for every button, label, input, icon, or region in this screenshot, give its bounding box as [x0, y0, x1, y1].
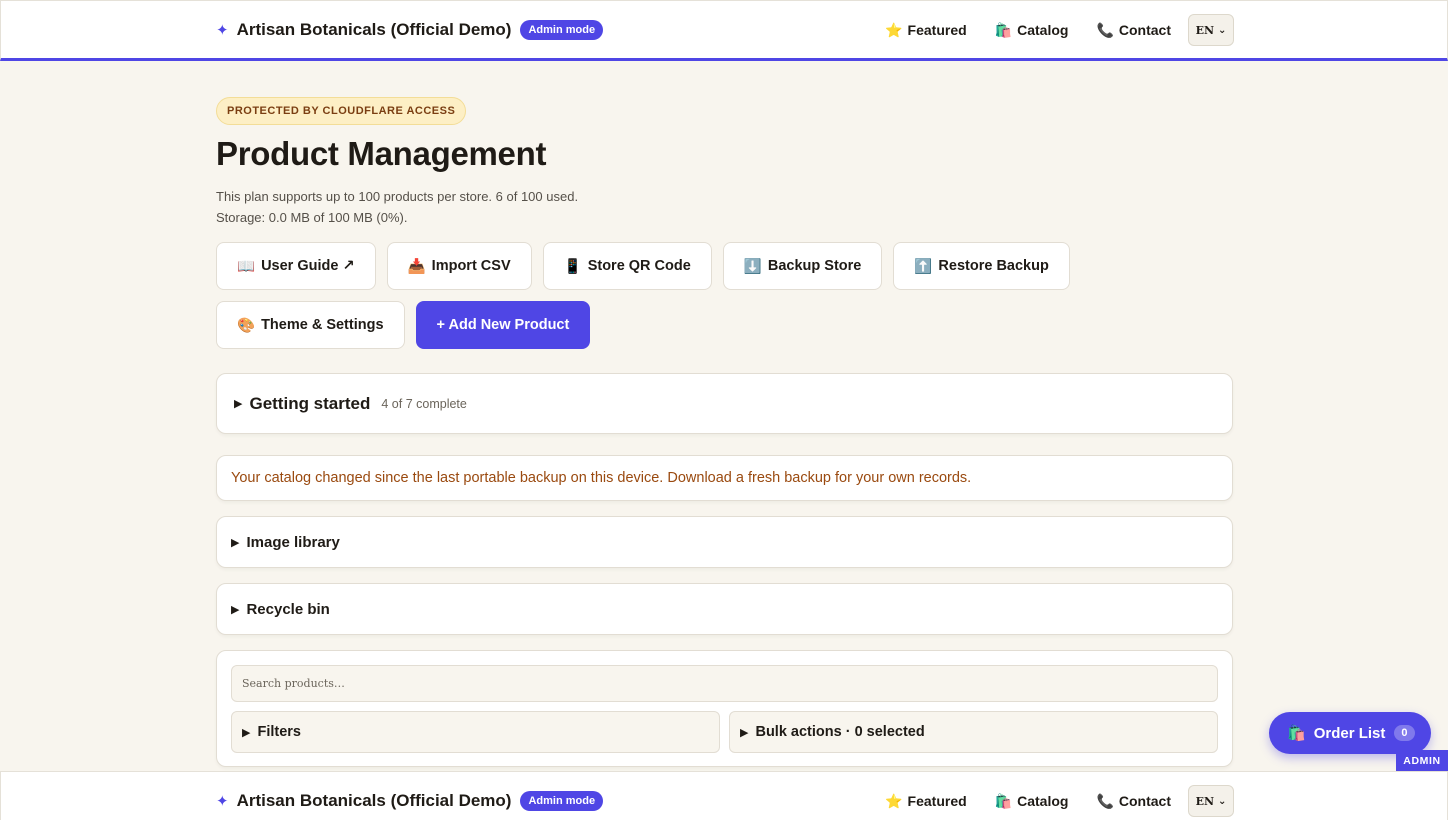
admin-mode-badge: Admin mode	[520, 20, 604, 40]
brand-name[interactable]: Artisan Botanicals (Official Demo)	[237, 791, 512, 811]
recycle-bin-title: Recycle bin	[246, 600, 330, 618]
bottom-header: ✦ Artisan Botanicals (Official Demo) Adm…	[0, 771, 1448, 820]
search-subrow: ▶ Filters ▶ Bulk actions · 0 selected	[231, 711, 1218, 753]
brand-name[interactable]: Artisan Botanicals (Official Demo)	[237, 20, 512, 40]
nav-catalog[interactable]: 🛍️ Catalog	[995, 793, 1069, 810]
shopping-bags-icon: 🛍️	[994, 792, 1013, 809]
getting-started-progress: 4 of 7 complete	[381, 396, 467, 411]
up-arrow-icon: ⬆️	[914, 258, 933, 275]
bulk-actions-toggle[interactable]: ▶ Bulk actions · 0 selected	[729, 711, 1218, 753]
storage-usage-text: Storage: 0.0 MB of 100 MB (0%).	[216, 210, 408, 225]
backup-store-button[interactable]: ⬇️ Backup Store	[722, 242, 883, 290]
nav-contact[interactable]: 📞 Contact	[1096, 22, 1171, 39]
star-icon: ⭐	[885, 792, 903, 809]
top-header: ✦ Artisan Botanicals (Official Demo) Adm…	[0, 0, 1448, 61]
shopping-bags-icon: 🛍️	[994, 21, 1013, 38]
getting-started-panel[interactable]: ▶ Getting started 4 of 7 complete	[216, 373, 1233, 434]
order-list-button[interactable]: 🛍️ Order List 0	[1269, 712, 1431, 754]
expand-triangle-icon: ▶	[242, 726, 251, 739]
store-qr-code-button[interactable]: 📱 Store QR Code	[542, 242, 712, 290]
main-nav: ⭐ Featured 🛍️ Catalog 📞 Contact EN ⌄	[885, 785, 1234, 817]
language-select[interactable]: EN ⌄	[1188, 785, 1234, 817]
inbox-tray-icon: 📥	[407, 258, 426, 275]
nav-catalog[interactable]: 🛍️ Catalog	[995, 22, 1069, 39]
backup-notice: Your catalog changed since the last port…	[216, 455, 1233, 501]
chevron-down-icon: ⌄	[1218, 24, 1227, 36]
search-input[interactable]: Search products…	[231, 665, 1218, 702]
plan-usage-text: This plan supports up to 100 products pe…	[216, 189, 579, 204]
nav-contact[interactable]: 📞 Contact	[1096, 793, 1171, 810]
sparkle-icon: ✦	[216, 793, 229, 810]
phone-icon: 📞	[1096, 792, 1114, 809]
filters-toggle[interactable]: ▶ Filters	[231, 711, 720, 753]
mobile-phone-icon: 📱	[563, 258, 582, 275]
theme-settings-button[interactable]: 🎨 Theme & Settings	[216, 301, 405, 349]
recycle-bin-panel[interactable]: ▶ Recycle bin	[216, 583, 1233, 635]
product-search-panel: Search products… ▶ Filters ▶ Bulk action…	[216, 650, 1233, 767]
phone-icon: 📞	[1096, 21, 1114, 38]
chevron-down-icon: ⌄	[1218, 795, 1227, 807]
main-content: PROTECTED BY CLOUDFLARE ACCESS Product M…	[216, 97, 1233, 349]
order-list-label: Order List	[1313, 724, 1386, 742]
palette-icon: 🎨	[237, 317, 256, 334]
star-icon: ⭐	[885, 21, 903, 38]
admin-tag: ADMIN	[1396, 750, 1448, 771]
expand-triangle-icon: ▶	[231, 536, 240, 549]
expand-triangle-icon: ▶	[740, 726, 749, 739]
getting-started-title: Getting started	[249, 393, 371, 413]
image-library-title: Image library	[246, 533, 340, 551]
plan-info: This plan supports up to 100 products pe…	[216, 186, 1233, 228]
nav-featured[interactable]: ⭐ Featured	[885, 22, 967, 39]
restore-backup-button[interactable]: ⬆️ Restore Backup	[893, 242, 1070, 290]
nav-featured[interactable]: ⭐ Featured	[885, 793, 967, 810]
down-arrow-icon: ⬇️	[743, 258, 762, 275]
admin-mode-badge: Admin mode	[520, 791, 604, 811]
page-title: Product Management	[216, 135, 547, 172]
expand-triangle-icon: ▶	[234, 398, 243, 410]
shopping-bags-icon: 🛍️	[1287, 725, 1306, 742]
book-icon: 📖	[237, 258, 256, 275]
image-library-panel[interactable]: ▶ Image library	[216, 516, 1233, 568]
expand-triangle-icon: ▶	[231, 603, 240, 616]
sparkle-icon: ✦	[216, 22, 229, 39]
protected-badge: PROTECTED BY CLOUDFLARE ACCESS	[216, 97, 467, 125]
language-select[interactable]: EN ⌄	[1188, 14, 1234, 46]
main-nav: ⭐ Featured 🛍️ Catalog 📞 Contact EN ⌄	[885, 14, 1234, 46]
action-buttons: 📖 User Guide ↗ 📥 Import CSV 📱 Store QR Code…	[216, 242, 1116, 349]
add-new-product-button[interactable]: + Add New Product	[415, 301, 591, 349]
import-csv-button[interactable]: 📥 Import CSV	[386, 242, 532, 290]
user-guide-button[interactable]: 📖 User Guide ↗	[216, 242, 376, 290]
order-count-badge: 0	[1394, 725, 1415, 741]
